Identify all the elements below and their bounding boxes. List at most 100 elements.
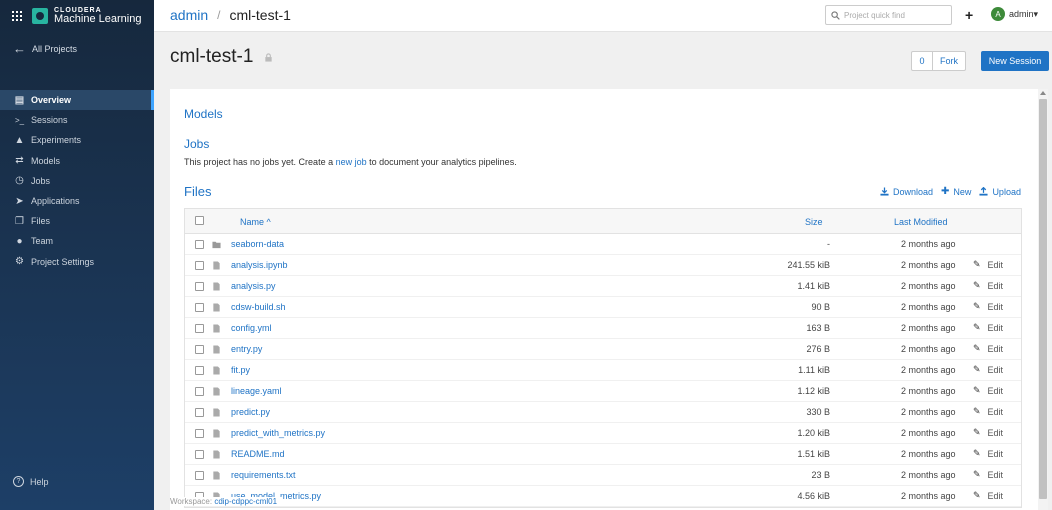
file-modified: 2 months ago (901, 281, 956, 291)
sidebar-item-sessions[interactable]: >_ Sessions (0, 110, 154, 130)
name-column-header[interactable]: Name ^ (240, 217, 271, 227)
edit-label: Edit (987, 406, 1004, 417)
new-job-link[interactable]: new job (336, 157, 367, 167)
select-all-checkbox[interactable] (195, 216, 204, 225)
pencil-icon: ✎ (973, 364, 981, 374)
file-modified: 2 months ago (901, 344, 956, 354)
modified-column-header[interactable]: Last Modified (894, 217, 948, 227)
edit-file-button[interactable]: ✎ Edit (973, 427, 1003, 438)
row-checkbox[interactable] (195, 366, 204, 375)
scroll-up-icon[interactable] (1040, 91, 1046, 95)
edit-file-button[interactable]: ✎ Edit (973, 406, 1003, 417)
row-checkbox[interactable] (195, 450, 204, 459)
edit-file-button[interactable]: ✎ Edit (973, 364, 1003, 375)
upload-button[interactable]: Upload (979, 187, 1021, 197)
row-checkbox[interactable] (195, 240, 204, 249)
jobs-empty-message: This project has no jobs yet. Create a n… (184, 157, 517, 167)
jobs-text-before: This project has no jobs yet. Create a (184, 157, 336, 167)
workspace-label: Workspace: (170, 497, 213, 506)
app-grid-icon[interactable] (12, 11, 22, 21)
row-checkbox[interactable] (195, 408, 204, 417)
file-size: - (827, 239, 830, 249)
download-button[interactable]: Download (880, 187, 933, 197)
file-icon (212, 366, 221, 375)
edit-file-button[interactable]: ✎ Edit (973, 448, 1003, 459)
file-name-link[interactable]: cdsw-build.sh (231, 302, 286, 312)
models-heading[interactable]: Models (184, 107, 223, 121)
edit-file-button[interactable]: ✎ Edit (973, 469, 1003, 480)
brand[interactable]: CLOUDERA Machine Learning (54, 7, 141, 25)
file-name-link[interactable]: config.yml (231, 323, 272, 333)
edit-file-button[interactable]: ✎ Edit (973, 343, 1003, 354)
row-checkbox[interactable] (195, 471, 204, 480)
row-checkbox[interactable] (195, 345, 204, 354)
new-file-button[interactable]: ✚ New (941, 186, 971, 197)
all-projects-link[interactable]: ← All Projects (13, 41, 77, 56)
edit-file-button[interactable]: ✎ Edit (973, 301, 1003, 312)
search-input[interactable] (844, 10, 944, 20)
row-checkbox[interactable] (195, 282, 204, 291)
edit-file-button[interactable]: ✎ Edit (973, 490, 1003, 501)
file-name-link[interactable]: predict.py (231, 407, 270, 417)
table-row: predict.py 330 B 2 months ago ✎ Edit (185, 402, 1021, 423)
scrollbar-thumb[interactable] (1039, 99, 1047, 499)
workspace-footer: Workspace: cdip-cdppc-cml01 (170, 497, 284, 506)
sidebar-item-team[interactable]: ● Team (0, 231, 154, 251)
row-checkbox[interactable] (195, 303, 204, 312)
row-checkbox[interactable] (195, 429, 204, 438)
row-checkbox[interactable] (195, 261, 204, 270)
lock-icon (265, 53, 272, 62)
edit-file-button[interactable]: ✎ Edit (973, 280, 1003, 291)
file-name-link[interactable]: lineage.yaml (231, 386, 282, 396)
sidebar-item-project-settings[interactable]: ⚙ Project Settings (0, 252, 154, 272)
folder-icon (212, 240, 221, 249)
file-name-link[interactable]: analysis.ipynb (231, 260, 288, 270)
table-row: seaborn-data - 2 months ago (185, 234, 1021, 255)
terminal-icon: >_ (14, 115, 25, 125)
files-heading: Files (184, 184, 212, 199)
edit-file-button[interactable]: ✎ Edit (973, 322, 1003, 333)
file-name-link[interactable]: predict_with_metrics.py (231, 428, 325, 438)
row-checkbox[interactable] (195, 324, 204, 333)
new-session-button[interactable]: New Session (981, 51, 1049, 71)
brand-line2: Machine Learning (54, 13, 142, 25)
sidebar-item-label: Sessions (31, 115, 68, 126)
chevron-down-icon: ▾ (1033, 8, 1039, 19)
file-size: 163 B (806, 323, 830, 333)
jobs-text-after: to document your analytics pipelines. (366, 157, 517, 167)
user-menu[interactable]: A admin ▾ (991, 7, 1038, 21)
sidebar-item-jobs[interactable]: ◷ Jobs (0, 171, 154, 191)
breadcrumb: admin / cml-test-1 (170, 7, 291, 23)
file-modified: 2 months ago (901, 239, 956, 249)
edit-file-button[interactable]: ✎ Edit (973, 385, 1003, 396)
add-button[interactable]: + (965, 7, 973, 23)
sidebar-item-experiments[interactable]: ▲ Experiments (0, 130, 154, 150)
file-size: 23 B (811, 470, 830, 480)
scrollbar[interactable] (1038, 89, 1048, 510)
jobs-heading[interactable]: Jobs (184, 137, 209, 151)
sidebar-item-overview[interactable]: ▤ Overview (0, 90, 154, 111)
arrow-left-icon: ← (13, 41, 26, 56)
file-icon (212, 387, 221, 396)
size-column-header[interactable]: Size (805, 217, 823, 227)
file-name-link[interactable]: README.md (231, 449, 285, 459)
sort-asc-icon: ^ (266, 217, 271, 227)
file-size: 1.20 kiB (797, 428, 830, 438)
sidebar-item-applications[interactable]: ➤ Applications (0, 191, 154, 211)
sidebar-item-models[interactable]: ⇄ Models (0, 151, 154, 171)
fork-button[interactable]: Fork (932, 51, 966, 71)
file-name-link[interactable]: fit.py (231, 365, 250, 375)
sidebar-item-files[interactable]: ❐ Files (0, 211, 154, 231)
edit-file-button[interactable]: ✎ Edit (973, 259, 1003, 270)
help-link[interactable]: ? Help (13, 476, 49, 487)
file-name-link[interactable]: seaborn-data (231, 239, 284, 249)
file-icon (212, 345, 221, 354)
upload-label: Upload (992, 186, 1021, 197)
breadcrumb-user[interactable]: admin (170, 7, 208, 23)
file-icon (212, 282, 221, 291)
file-name-link[interactable]: entry.py (231, 344, 262, 354)
page-title: cml-test-1 (170, 46, 254, 67)
file-name-link[interactable]: requirements.txt (231, 470, 296, 480)
row-checkbox[interactable] (195, 387, 204, 396)
file-name-link[interactable]: analysis.py (231, 281, 276, 291)
